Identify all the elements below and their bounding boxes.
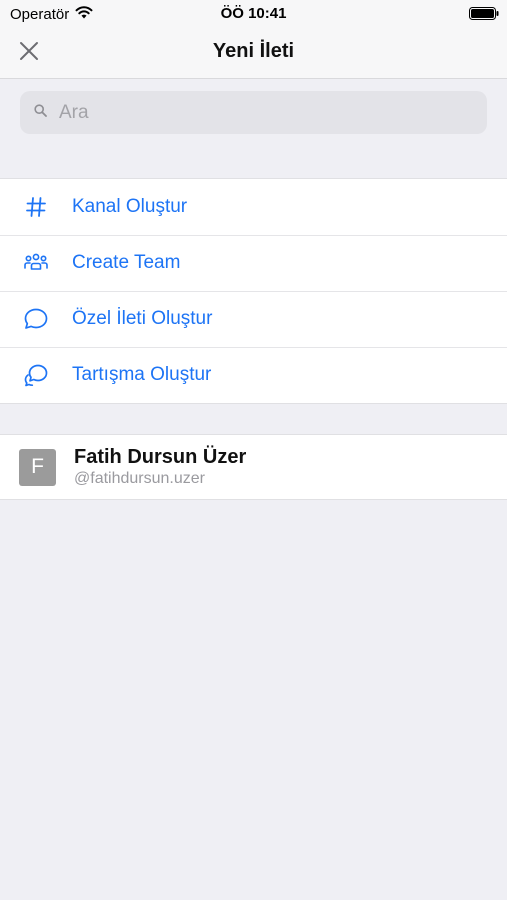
create-team-item[interactable]: Create Team (0, 235, 507, 291)
action-list: Kanal Oluştur Create Team Özel İleti Olu… (0, 178, 507, 404)
chat-bubble-icon (0, 291, 72, 347)
create-channel-label: Kanal Oluştur (72, 196, 188, 217)
create-discussion-label: Tartışma Oluştur (72, 364, 212, 385)
hashtag-icon (0, 179, 72, 235)
status-time: ÖÖ 10:41 (220, 5, 287, 22)
create-discussion-item[interactable]: Tartışma Oluştur (0, 347, 507, 403)
create-team-label: Create Team (72, 252, 181, 273)
create-direct-message-label: Özel İleti Oluştur (72, 308, 213, 329)
status-bar: Operatör ÖÖ 10:41 (0, 0, 507, 26)
user-name: Fatih Dursun Üzer (74, 446, 247, 468)
page-title: Yeni İleti (212, 40, 295, 62)
user-text: Fatih Dursun Üzer @fatihdursun.uzer (74, 445, 246, 489)
battery-icon (469, 7, 499, 24)
avatar: F (19, 448, 56, 486)
discussion-icon (0, 347, 72, 403)
user-handle: @fatihdursun.uzer (74, 470, 205, 487)
list-item[interactable]: F Fatih Dursun Üzer @fatihdursun.uzer (0, 434, 507, 500)
team-icon (0, 235, 72, 291)
search-section (0, 79, 507, 178)
search-icon (34, 103, 47, 122)
search-field[interactable] (20, 91, 487, 134)
search-input[interactable] (57, 100, 457, 125)
create-direct-message-item[interactable]: Özel İleti Oluştur (0, 291, 507, 347)
create-channel-item[interactable]: Kanal Oluştur (0, 179, 507, 235)
navigation-bar: Yeni İleti (0, 26, 507, 79)
